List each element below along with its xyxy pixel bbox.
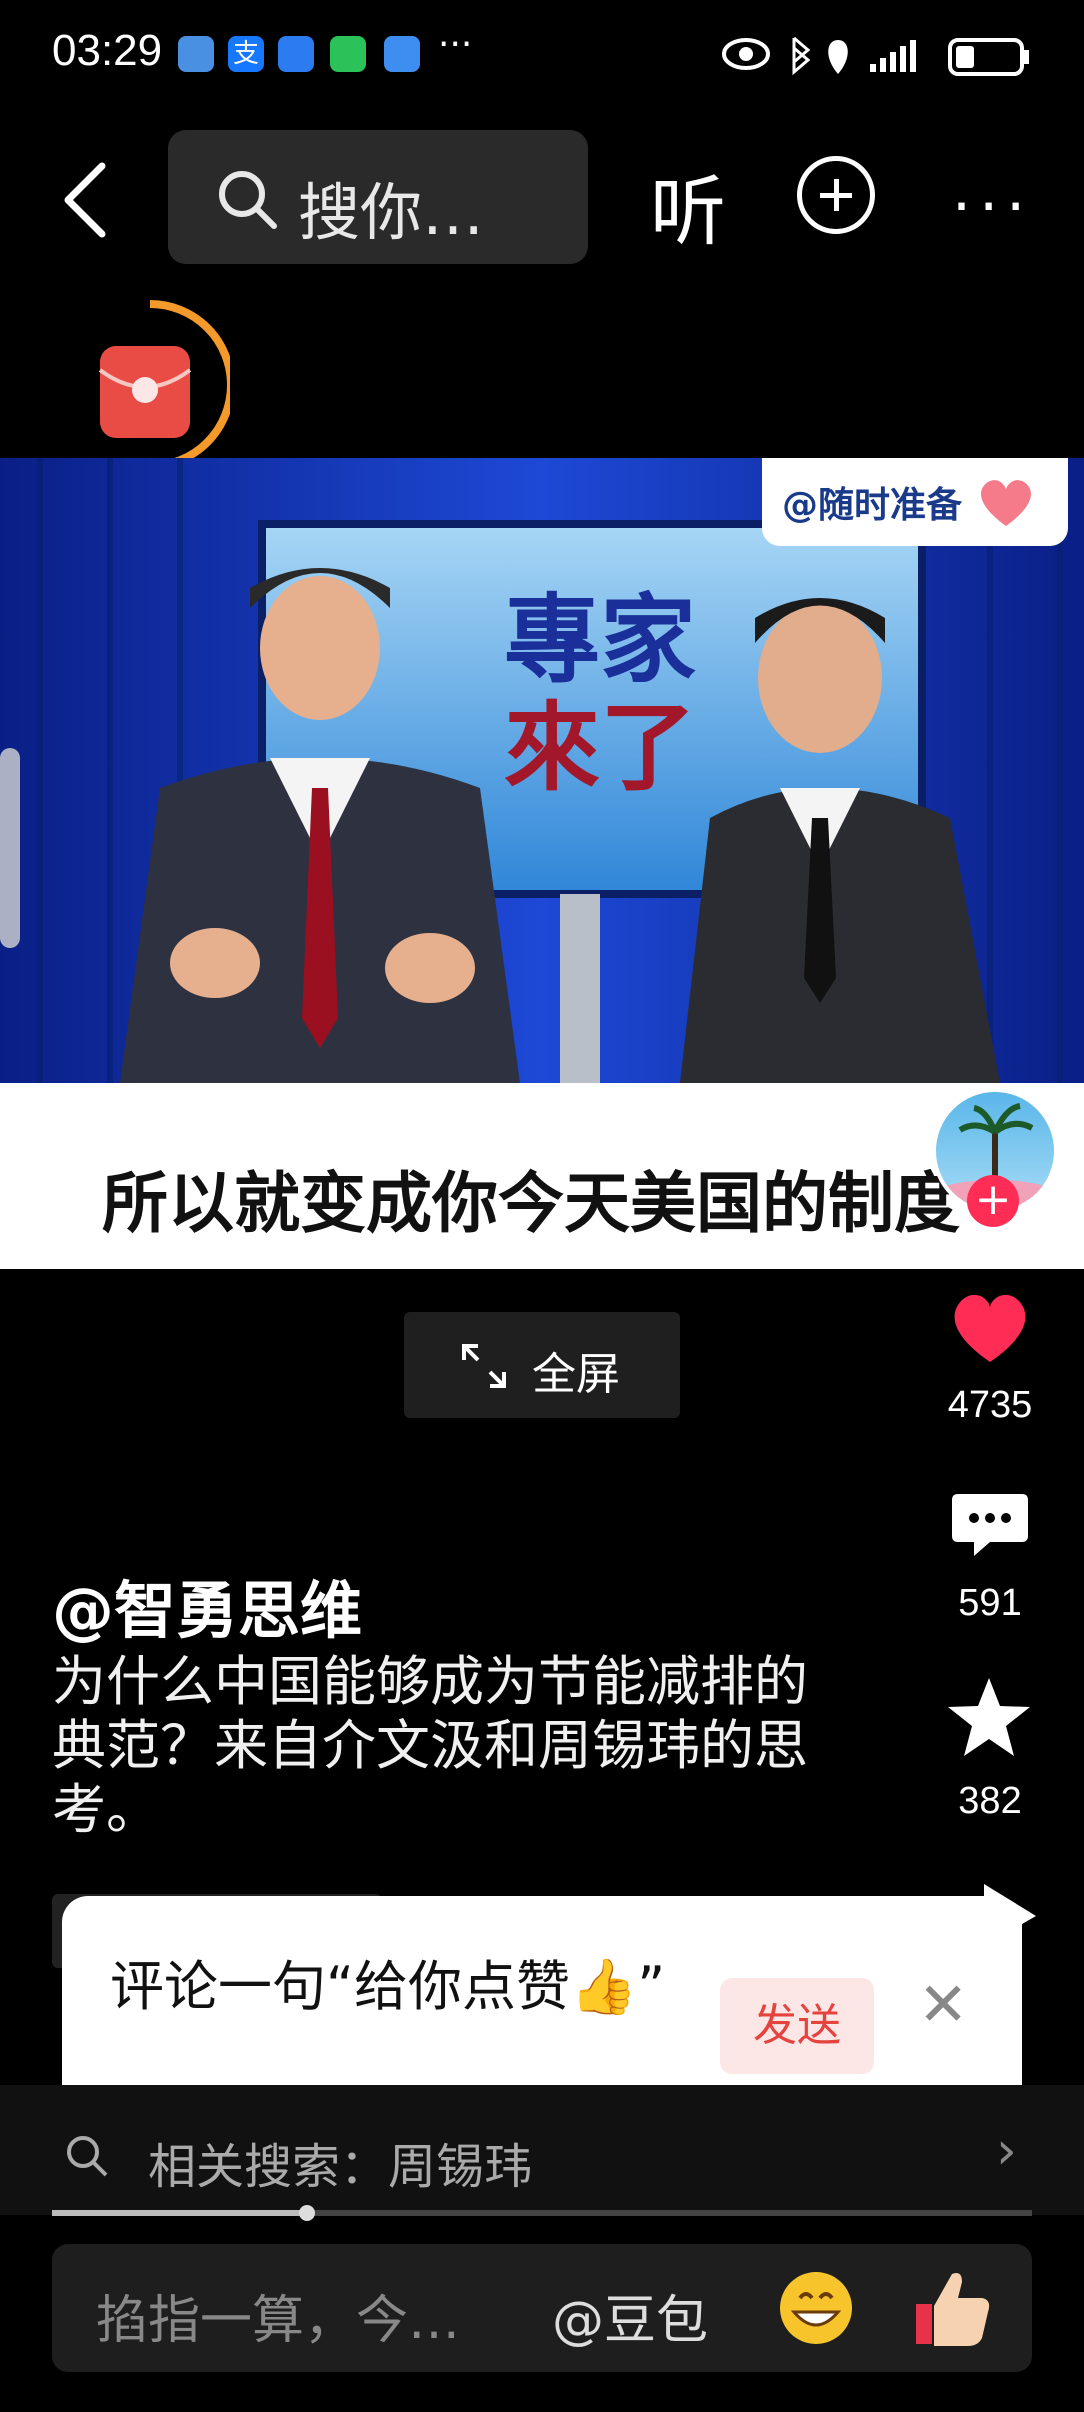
status-bar: 03:29 支 ··· [0, 0, 1084, 110]
video-subtitle: 所以就变成你今天美国的制度 [102, 1165, 960, 1242]
wechat-icon [330, 36, 366, 72]
like-count: 4735 [947, 1384, 1033, 1426]
sticker-text: @随时准备 [782, 485, 963, 526]
chevron-right-icon: › [996, 2121, 1017, 2181]
follow-button[interactable]: + [967, 1175, 1019, 1227]
browser-icon [178, 36, 214, 72]
fullscreen-button[interactable]: 全屏 [404, 1312, 680, 1418]
send-button[interactable]: 发送 [720, 1978, 874, 2074]
listen-button[interactable]: 听 [650, 150, 726, 260]
heart-icon [954, 1294, 1026, 1362]
search-icon [67, 2136, 108, 2177]
status-right-icons [722, 36, 1029, 76]
post-description: 为什么中国能够成为节能减排的典范？来自介文汲和周锡玮的思考。 [52, 1650, 808, 1841]
battery-icon [948, 38, 1029, 76]
video-player[interactable]: 專家 來了 @随时准备 [0, 458, 1084, 1083]
mention-button[interactable]: @豆包 [552, 2278, 708, 2353]
search-icon [219, 171, 277, 229]
bulb-icon [278, 36, 314, 72]
comment-count: 591 [958, 1582, 1022, 1624]
comment-placeholder: 掐指一算，今… [96, 2291, 461, 2351]
search-input[interactable]: 搜你… [168, 130, 588, 264]
red-packet-icon[interactable] [80, 300, 230, 470]
comment-icon [952, 1494, 1028, 1556]
favorite-count: 382 [958, 1780, 1022, 1822]
status-more: ··· [438, 24, 473, 65]
status-time: 03:29 [52, 26, 163, 75]
popup-text: 评论一句“给你点赞👍” [110, 1955, 666, 2018]
like-button[interactable] [948, 1290, 1032, 1366]
add-button[interactable] [797, 156, 875, 234]
related-search-text: 相关搜索：周锡玮 [148, 2139, 533, 2195]
banner-line1: 專家 [504, 584, 696, 696]
comment-button[interactable] [950, 1490, 1030, 1562]
star-icon [948, 1678, 1030, 1756]
close-icon[interactable]: ✕ [918, 1970, 968, 2040]
grin-emoji-icon[interactable] [776, 2268, 856, 2348]
expand-icon [462, 1344, 506, 1388]
back-button[interactable] [60, 160, 110, 240]
compass-icon [384, 36, 420, 72]
search-placeholder: 搜你… [298, 176, 485, 249]
fullscreen-label: 全屏 [532, 1349, 620, 1400]
more-options-button[interactable]: ··· [952, 172, 1033, 242]
favorite-button[interactable] [946, 1676, 1032, 1758]
banner-line2: 來了 [504, 692, 696, 804]
signal-icon [870, 40, 916, 72]
bluetooth-icon [792, 36, 811, 76]
progress-handle[interactable] [299, 2205, 315, 2221]
heart-sticker-icon [981, 480, 1031, 526]
plus-icon-v [834, 179, 839, 211]
eye-icon [722, 38, 770, 70]
progress-fill [52, 2210, 307, 2216]
alipay-icon: 支 [228, 36, 264, 72]
related-search-bar[interactable]: 相关搜索：周锡玮 › [0, 2085, 1084, 2215]
author-name[interactable]: @智勇思维 [52, 1560, 362, 1650]
thumbs-up-icon[interactable] [912, 2266, 994, 2350]
sticker: @随时准备 [762, 458, 1068, 546]
comment-input-bar[interactable]: 掐指一算，今… @豆包 [52, 2244, 1032, 2372]
location-icon [828, 40, 848, 74]
